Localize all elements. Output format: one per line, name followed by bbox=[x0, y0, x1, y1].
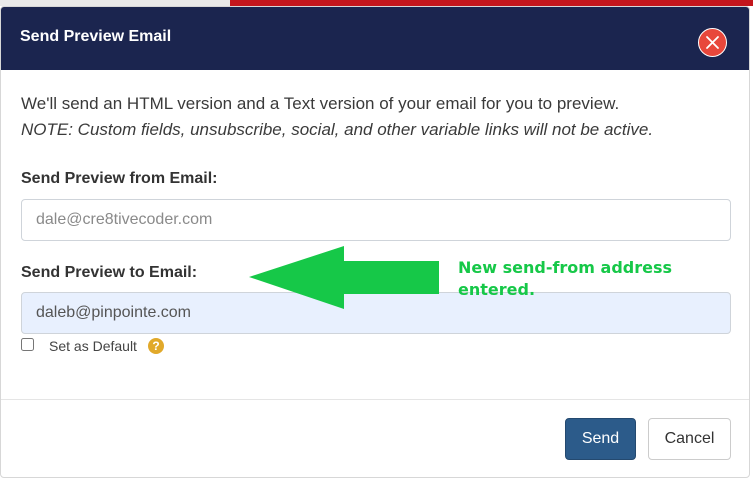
close-icon bbox=[706, 36, 719, 49]
footer-divider bbox=[1, 399, 749, 400]
dialog-intro: We'll send an HTML version and a Text ve… bbox=[21, 91, 731, 143]
annotation-line-1: New send-from address bbox=[458, 258, 673, 277]
from-email-label: Send Preview from Email: bbox=[21, 170, 218, 187]
annotation-text: New send-from address entered. bbox=[458, 257, 672, 301]
cancel-button[interactable]: Cancel bbox=[648, 418, 731, 460]
send-preview-dialog: Send Preview Email We'll send an HTML ve… bbox=[0, 6, 750, 478]
close-button[interactable] bbox=[698, 28, 727, 57]
question-circle-icon[interactable]: ? bbox=[148, 338, 164, 354]
send-button[interactable]: Send bbox=[565, 418, 636, 460]
annotation-line-2: entered. bbox=[458, 280, 536, 299]
annotation-arrow-icon bbox=[249, 246, 439, 309]
intro-note: NOTE: Custom fields, unsubscribe, social… bbox=[21, 120, 654, 139]
set-default-checkbox[interactable] bbox=[21, 338, 34, 351]
dialog-header: Send Preview Email bbox=[1, 7, 749, 70]
set-default-label[interactable]: Set as Default bbox=[49, 338, 137, 354]
dialog-title: Send Preview Email bbox=[20, 28, 172, 45]
intro-text: We'll send an HTML version and a Text ve… bbox=[21, 94, 620, 113]
to-email-label: Send Preview to Email: bbox=[21, 264, 198, 281]
from-email-input[interactable] bbox=[21, 199, 731, 241]
